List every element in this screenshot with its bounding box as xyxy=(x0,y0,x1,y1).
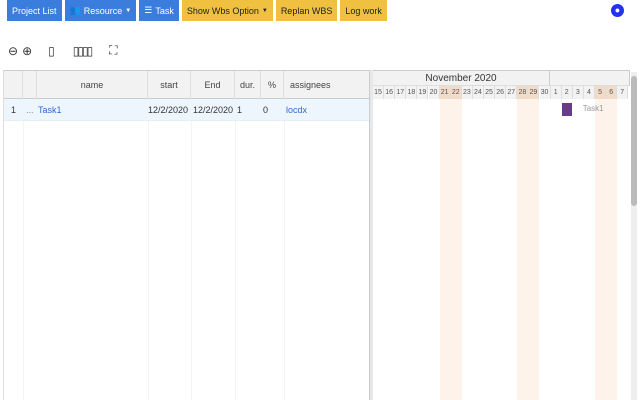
header-percent[interactable]: % xyxy=(261,71,284,99)
day-header: 5 xyxy=(595,86,607,99)
day-column xyxy=(384,99,395,400)
month-header: November 2020 xyxy=(373,71,550,86)
zoom-in-icon[interactable]: ⊕ xyxy=(22,44,32,58)
user-avatar-icon[interactable]: ● xyxy=(611,4,624,17)
day-header: 16 xyxy=(384,86,396,99)
header-assignees[interactable]: assignees xyxy=(284,71,370,99)
day-column xyxy=(617,99,628,400)
gantt-chart: November 2020 15 16 17 18 19 20 21 22 23 24 25 26 27… xyxy=(373,70,630,400)
day-header: 22 xyxy=(450,86,462,99)
day-column xyxy=(573,99,584,400)
toolbar: Project List 👥 Resource ▼ ☰ Task Show Wbs O… xyxy=(0,0,387,21)
task-end: 12/2/2020 xyxy=(193,105,234,115)
resource-button[interactable]: 👥 Resource ▼ xyxy=(64,0,137,21)
day-column xyxy=(373,99,384,400)
zoom-out-icon[interactable]: ⊖ xyxy=(8,44,18,58)
month-header-next xyxy=(550,71,630,86)
print-icon[interactable]: ▯ xyxy=(48,44,55,58)
users-icon: 👥 xyxy=(69,5,81,15)
task-start: 12/2/2020 xyxy=(148,105,189,115)
day-header: 30 xyxy=(539,86,551,99)
day-header: 25 xyxy=(484,86,496,99)
day-header: 19 xyxy=(417,86,429,99)
header-dots xyxy=(23,71,37,99)
task-bar-label: Task1 xyxy=(582,104,604,113)
day-column xyxy=(551,99,562,400)
replan-wbs-button[interactable]: Replan WBS xyxy=(275,0,338,21)
list-icon: ☰ xyxy=(144,5,153,15)
caret-down-icon: ▼ xyxy=(261,7,268,14)
day-column xyxy=(417,99,428,400)
day-column xyxy=(595,99,607,400)
day-header: 21 xyxy=(439,86,451,99)
day-header: 17 xyxy=(395,86,407,99)
task-button[interactable]: ☰ Task xyxy=(139,0,179,21)
label: Replan WBS xyxy=(280,5,333,16)
header-num xyxy=(4,71,23,99)
day-column xyxy=(473,99,484,400)
day-column xyxy=(562,99,573,400)
day-column xyxy=(429,99,440,400)
day-column xyxy=(606,99,618,400)
day-header: 2 xyxy=(561,86,573,99)
task-duration: 1 xyxy=(237,105,243,115)
row-number: 1 xyxy=(11,105,17,115)
day-column xyxy=(495,99,506,400)
label: Resource xyxy=(83,5,123,16)
vertical-scrollbar[interactable] xyxy=(631,72,637,400)
label: Log work xyxy=(345,5,382,16)
day-column xyxy=(506,99,517,400)
label: Task xyxy=(155,5,174,16)
task-percent: 0 xyxy=(263,105,269,115)
day-header: 28 xyxy=(517,86,529,99)
day-column xyxy=(517,99,529,400)
day-header: 6 xyxy=(606,86,618,99)
header-duration[interactable]: dur. xyxy=(235,71,261,99)
task-assignees[interactable]: locdx xyxy=(286,99,307,121)
day-header: 27 xyxy=(506,86,518,99)
task-name[interactable]: Task1 xyxy=(38,99,62,121)
day-column xyxy=(439,99,451,400)
project-list-button[interactable]: Project List xyxy=(7,0,62,21)
log-work-button[interactable]: Log work xyxy=(340,0,387,21)
both-panels-icon[interactable]: ▯▯ xyxy=(77,44,88,58)
day-column xyxy=(584,99,595,400)
day-header: 15 xyxy=(373,86,385,99)
day-header: 29 xyxy=(528,86,540,99)
day-header: 26 xyxy=(495,86,507,99)
day-column xyxy=(395,99,406,400)
gantt-tools: ⊖ ⊕ ▯ ▯▯▯▯ ⛶ xyxy=(8,43,118,58)
right-panel-icon[interactable]: ▯ xyxy=(87,44,93,58)
day-header: 1 xyxy=(550,86,562,99)
task-bar[interactable] xyxy=(562,103,573,116)
row-menu[interactable]: ... xyxy=(26,99,34,121)
day-header: 20 xyxy=(428,86,440,99)
day-header: 4 xyxy=(583,86,595,99)
header-start[interactable]: start xyxy=(148,71,191,99)
show-wbs-option-button[interactable]: Show Wbs Option ▼ xyxy=(181,0,273,21)
day-header: 24 xyxy=(472,86,484,99)
day-column xyxy=(450,99,462,400)
day-header: 18 xyxy=(406,86,418,99)
layout-icons: ▯▯▯▯ xyxy=(73,44,93,58)
label: Project List xyxy=(12,5,57,16)
day-column xyxy=(528,99,540,400)
caret-down-icon: ▼ xyxy=(125,7,132,14)
fullscreen-icon[interactable]: ⛶ xyxy=(109,43,117,58)
scrollbar-thumb[interactable] xyxy=(631,76,637,206)
day-header: 23 xyxy=(461,86,473,99)
day-column xyxy=(462,99,473,400)
header-name[interactable]: name xyxy=(37,71,148,99)
day-column xyxy=(540,99,551,400)
label: Show Wbs Option xyxy=(186,5,259,16)
header-end[interactable]: End xyxy=(191,71,235,99)
day-column xyxy=(406,99,417,400)
grid-header: name start End dur. % assignees xyxy=(4,71,369,99)
task-grid: name start End dur. % assignees 1 ... Ta… xyxy=(3,70,369,400)
table-row[interactable]: 1 ... Task1 12/2/2020 12/2/2020 1 0 locd… xyxy=(4,99,369,121)
day-column xyxy=(484,99,495,400)
day-header: 7 xyxy=(617,86,629,99)
day-header: 3 xyxy=(572,86,584,99)
